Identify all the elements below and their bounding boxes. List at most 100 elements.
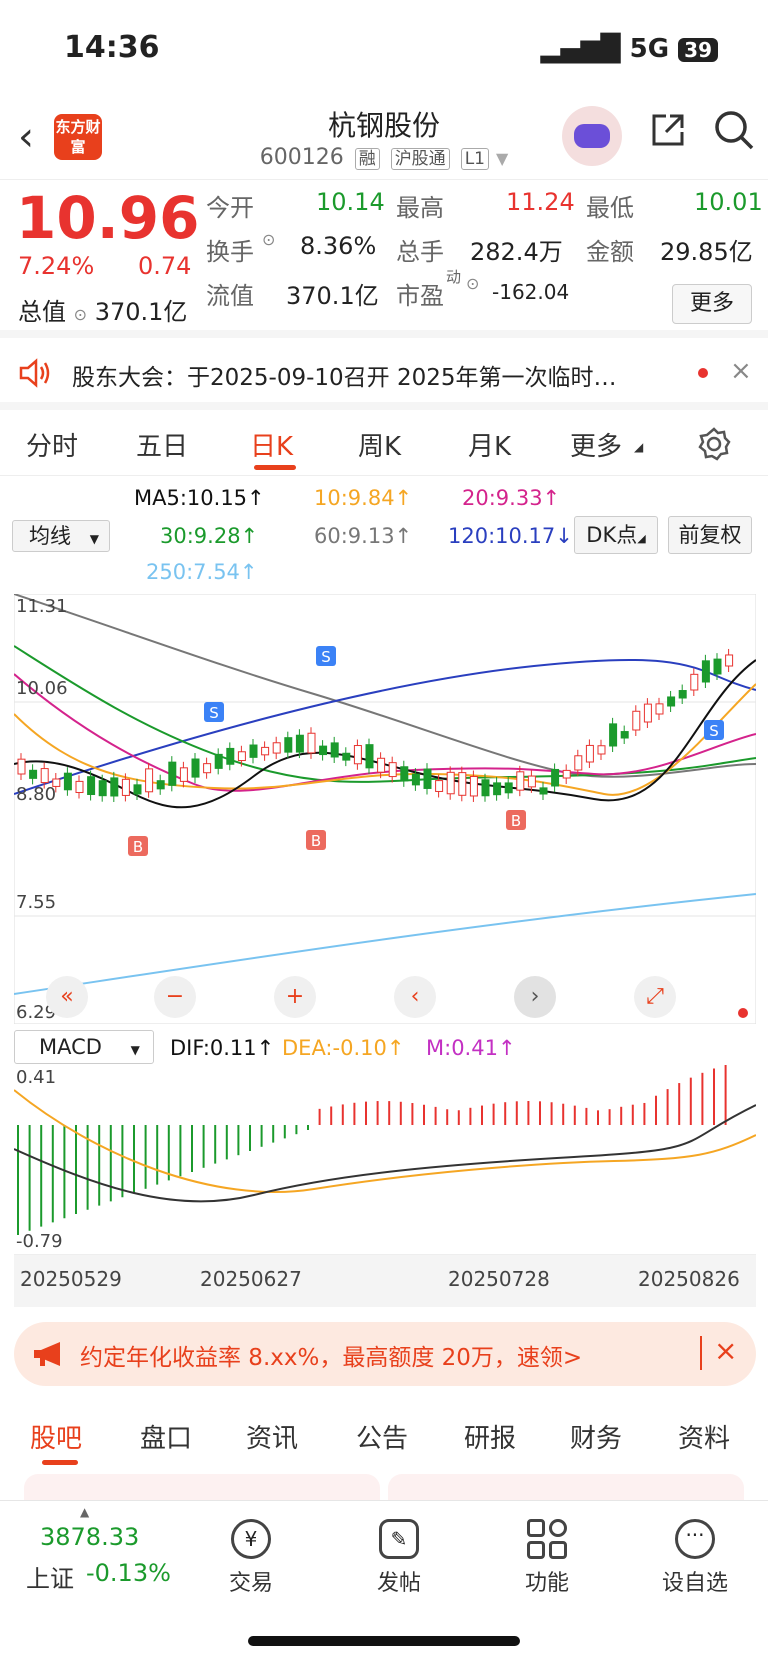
- low-value: 10.01: [694, 188, 763, 216]
- tab-intraday[interactable]: 分时: [26, 426, 78, 463]
- share-icon[interactable]: [648, 110, 688, 150]
- tab-news[interactable]: 资讯: [246, 1418, 298, 1455]
- kline-chart[interactable]: SSBBBS 11.31 10.06 8.80 7.55 6.29 « − + …: [13, 593, 757, 1025]
- macd-dropdown-icon: ▼: [130, 1043, 140, 1057]
- tab-orderbook[interactable]: 盘口: [140, 1418, 192, 1455]
- assistant-avatar[interactable]: [562, 106, 622, 166]
- date-label-1: 20250529: [20, 1267, 122, 1291]
- info-icon[interactable]: ⊙: [74, 305, 87, 324]
- turnover-info-icon[interactable]: ⊙: [262, 230, 275, 249]
- tab-finance[interactable]: 财务: [570, 1418, 622, 1455]
- candle-body: [469, 776, 478, 797]
- unread-dot: [698, 368, 708, 378]
- pe-superscript: 动: [446, 268, 462, 286]
- tab-weekly-k[interactable]: 周K: [358, 426, 401, 463]
- tab-five-day[interactable]: 五日: [136, 426, 188, 463]
- candle-body: [388, 762, 397, 778]
- candle-body: [423, 768, 432, 789]
- tab-research[interactable]: 研报: [464, 1418, 516, 1455]
- status-bar: 14:36 ▂▄▆█ 5G 39: [0, 0, 768, 100]
- promo-close-icon[interactable]: ×: [714, 1334, 737, 1367]
- nav-trade[interactable]: ¥ 交易: [206, 1519, 296, 1597]
- pe-info-icon[interactable]: ⊙: [466, 274, 479, 293]
- search-icon[interactable]: [712, 108, 756, 152]
- chevron-down-icon: ▼: [495, 149, 509, 168]
- candle-body: [29, 769, 38, 779]
- candle-body: [156, 780, 165, 790]
- marker-S: S: [316, 646, 336, 666]
- marker-S: S: [204, 702, 224, 722]
- adjust-button[interactable]: 前复权: [668, 516, 752, 554]
- tab-announcements[interactable]: 公告: [356, 1418, 408, 1455]
- stock-code: 600126: [259, 145, 344, 170]
- marker-B: B: [506, 810, 526, 830]
- date-axis: 20250529 20250627 20250728 20250826: [14, 1255, 756, 1307]
- candle-body: [133, 784, 142, 795]
- total-value-number: 370.1亿: [94, 298, 188, 326]
- tab-daily-k[interactable]: 日K: [250, 426, 293, 463]
- candle-body: [504, 782, 513, 794]
- scroll-right-icon[interactable]: ›: [514, 976, 556, 1018]
- volume-label: 总手: [396, 238, 444, 266]
- candle-body: [678, 690, 687, 699]
- index-value[interactable]: 3878.33: [40, 1523, 139, 1551]
- zoom-out-icon[interactable]: −: [154, 976, 196, 1018]
- nav-post[interactable]: ✎ 发帖: [354, 1519, 444, 1597]
- stock-header: ‹ 东方财富 杭钢股份 600126 融 沪股通 L1 ▼: [0, 100, 768, 180]
- candle-body: [203, 763, 212, 774]
- low-label: 最低: [586, 194, 634, 222]
- more-caret-icon: ◢: [634, 440, 644, 454]
- candle-body: [272, 742, 281, 754]
- candle-body: [110, 777, 119, 797]
- index-name: 上证: [26, 1565, 74, 1593]
- macd-selector[interactable]: MACD ▼: [14, 1030, 154, 1064]
- tab-forum[interactable]: 股吧: [30, 1418, 82, 1455]
- candle-body: [574, 755, 583, 771]
- candle-body: [435, 780, 444, 792]
- zoom-in-icon[interactable]: +: [274, 976, 316, 1018]
- date-label-2: 20250627: [200, 1267, 302, 1291]
- more-dots-icon: ···: [675, 1519, 715, 1559]
- nav-add-watchlist[interactable]: ··· 设自选: [650, 1519, 740, 1597]
- candle-body: [400, 766, 409, 782]
- macd-svg: [13, 1064, 757, 1256]
- candle-body: [284, 737, 293, 753]
- promo-banner[interactable]: 约定年化收益率 8.xx%，最高额度 20万，速领> ×: [14, 1322, 756, 1386]
- tab-monthly-k[interactable]: 月K: [468, 426, 511, 463]
- notice-bar[interactable]: 股东大会：于2025-09-10召开 2025年第一次临时… ×: [0, 338, 768, 410]
- candle-body: [237, 751, 246, 762]
- tab-more[interactable]: 更多: [570, 426, 622, 463]
- promo-divider: [700, 1336, 702, 1370]
- marker-letter: S: [209, 704, 219, 722]
- close-icon[interactable]: ×: [730, 356, 752, 386]
- dk-point-button[interactable]: DK点◢: [574, 516, 658, 554]
- candle-body: [516, 771, 525, 791]
- nav-functions[interactable]: 功能: [502, 1519, 592, 1597]
- turnover-label: 换手: [206, 238, 254, 266]
- candle-body: [330, 742, 339, 758]
- tab-profile[interactable]: 资料: [678, 1418, 730, 1455]
- more-button[interactable]: 更多: [672, 284, 752, 324]
- dea-label: DEA:-0.10↑: [282, 1036, 405, 1060]
- ma10-label: 10:9.84↑: [314, 486, 413, 510]
- candle-body: [609, 723, 618, 747]
- gear-icon[interactable]: [696, 426, 732, 462]
- candle-body: [690, 673, 699, 691]
- ma60-label: 60:9.13↑: [314, 524, 413, 548]
- pe-label: 市盈: [396, 282, 444, 310]
- caret-up-icon: ▲: [80, 1505, 90, 1519]
- candle-body: [585, 744, 594, 763]
- candle-body: [539, 787, 548, 795]
- candle-body: [562, 769, 571, 779]
- ma-selector[interactable]: 均线 ▼: [12, 520, 110, 552]
- float-label: 流值: [206, 282, 254, 310]
- scroll-left-icon[interactable]: ‹: [394, 976, 436, 1018]
- ma-selector-label: 均线: [29, 524, 71, 548]
- period-tabs: 分时 五日 日K 周K 月K 更多 ◢: [0, 410, 768, 476]
- candle-body: [319, 745, 328, 756]
- candle-body: [261, 746, 270, 756]
- fullscreen-icon[interactable]: ⤢: [634, 976, 676, 1018]
- high-label: 最高: [396, 194, 444, 222]
- scroll-first-icon[interactable]: «: [46, 976, 88, 1018]
- macd-chart[interactable]: 0.41 -0.79: [13, 1064, 757, 1256]
